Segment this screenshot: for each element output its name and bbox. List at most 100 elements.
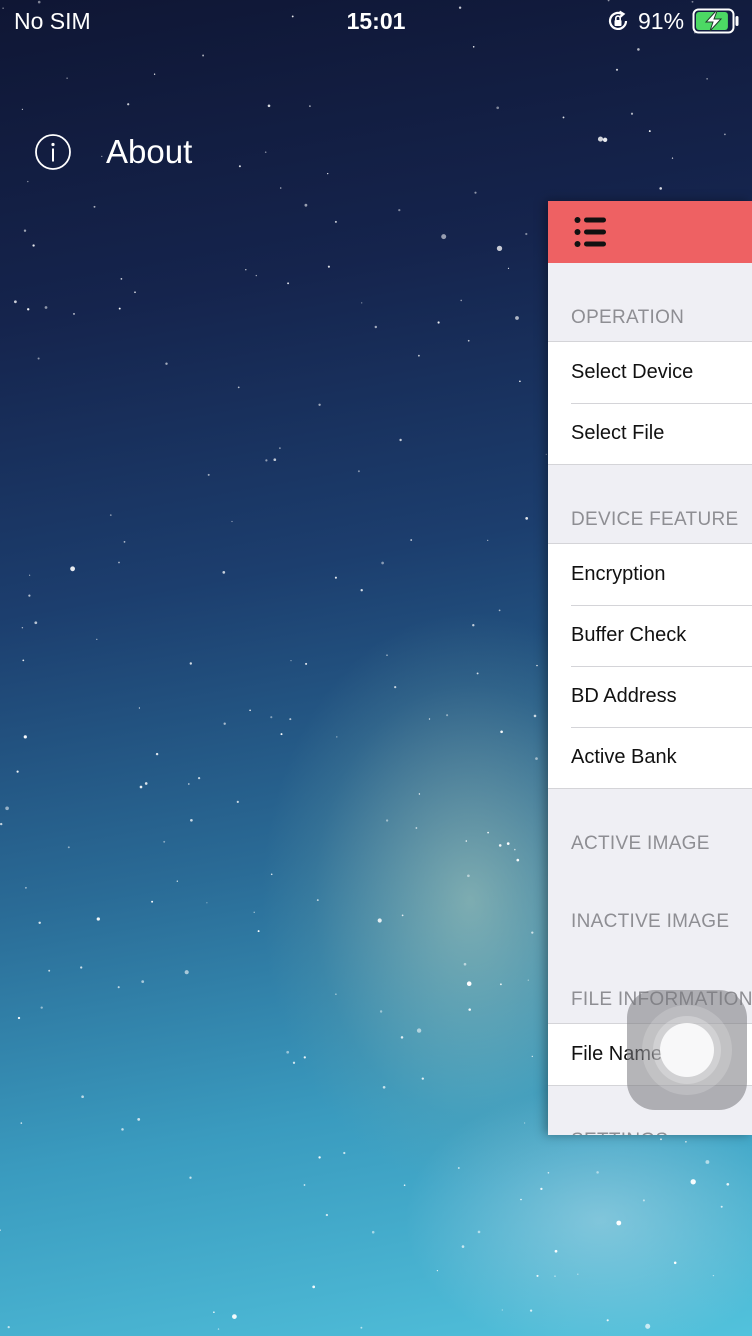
star: [93, 205, 96, 208]
menu-item-select-file[interactable]: Select File: [548, 403, 752, 464]
star: [279, 187, 282, 189]
star: [217, 1328, 220, 1330]
star: [465, 840, 468, 842]
star: [270, 873, 273, 876]
star: [545, 453, 547, 456]
menu-item-select-device[interactable]: Select Device: [548, 342, 752, 403]
star: [361, 302, 363, 304]
star: [118, 307, 121, 310]
star: [336, 736, 338, 738]
star: [529, 1309, 533, 1312]
star: [645, 1323, 651, 1329]
star: [292, 1061, 296, 1064]
star: [327, 265, 330, 268]
menu-item-active-bank[interactable]: Active Bank: [548, 727, 752, 788]
star: [506, 842, 510, 845]
star: [498, 844, 502, 847]
star: [630, 112, 634, 115]
star: [267, 104, 271, 108]
star: [467, 339, 470, 342]
menu-item-encryption[interactable]: Encryption: [548, 544, 752, 605]
star: [357, 470, 360, 473]
star: [265, 459, 268, 462]
hamburger-icon[interactable]: [574, 215, 608, 249]
star: [334, 220, 337, 223]
star: [554, 1249, 558, 1253]
star: [21, 108, 24, 111]
star: [138, 707, 141, 709]
star: [554, 1275, 556, 1277]
star: [401, 914, 404, 917]
star: [673, 1261, 677, 1265]
star: [360, 1326, 363, 1329]
star: [457, 1167, 460, 1169]
star: [343, 1151, 346, 1155]
star: [255, 274, 257, 277]
menu-group-device-feature: Encryption Buffer Check BD Address Activ…: [548, 543, 752, 789]
star: [527, 979, 529, 981]
star: [20, 1122, 23, 1124]
star: [0, 822, 3, 826]
star: [73, 313, 75, 315]
star: [318, 1156, 321, 1159]
star: [400, 1036, 404, 1039]
star: [270, 716, 273, 719]
star: [487, 831, 489, 834]
star: [533, 714, 537, 718]
menu-item-buffer-check[interactable]: Buffer Check: [548, 605, 752, 666]
star: [525, 232, 528, 236]
star: [514, 848, 516, 851]
star: [577, 1273, 579, 1275]
assistive-touch-button[interactable]: [627, 990, 747, 1110]
section-title-device-feature: DEVICE FEATURE: [571, 509, 739, 530]
star: [472, 46, 475, 48]
star: [287, 282, 290, 285]
star: [381, 561, 384, 565]
star: [81, 1095, 84, 1099]
star: [474, 191, 477, 194]
star: [118, 561, 120, 564]
star: [416, 1028, 422, 1033]
star: [437, 321, 440, 324]
star: [712, 1274, 715, 1277]
star: [685, 1140, 687, 1143]
star: [14, 300, 17, 304]
star: [28, 594, 31, 597]
battery-percent: 91%: [638, 8, 685, 34]
star: [536, 1274, 539, 1277]
star: [377, 918, 382, 923]
star: [190, 818, 193, 822]
star: [386, 654, 388, 656]
star: [421, 1077, 424, 1080]
about-button[interactable]: About: [34, 130, 192, 174]
star: [7, 1325, 10, 1329]
star: [606, 1319, 609, 1322]
orientation-lock-icon: [608, 10, 628, 30]
star: [139, 785, 143, 789]
star: [249, 709, 251, 712]
star: [238, 165, 241, 168]
star: [531, 1055, 533, 1058]
star: [726, 1182, 730, 1186]
star: [642, 1199, 645, 1202]
star: [463, 962, 467, 966]
star: [16, 770, 19, 773]
star: [66, 77, 68, 79]
star: [477, 1230, 481, 1234]
status-bar: No SIM 15:01 91%: [0, 0, 752, 44]
star: [385, 819, 389, 822]
star: [403, 1184, 406, 1186]
menu-item-bd-address[interactable]: BD Address: [548, 666, 752, 727]
star: [525, 517, 529, 520]
star: [273, 458, 277, 462]
star: [498, 609, 501, 612]
menu-header: [548, 201, 752, 263]
star: [660, 1138, 662, 1141]
star: [279, 447, 281, 449]
star: [705, 1160, 710, 1164]
star: [399, 438, 402, 442]
star: [461, 1245, 465, 1248]
star: [428, 718, 431, 720]
star: [151, 900, 154, 903]
star: [507, 267, 510, 270]
